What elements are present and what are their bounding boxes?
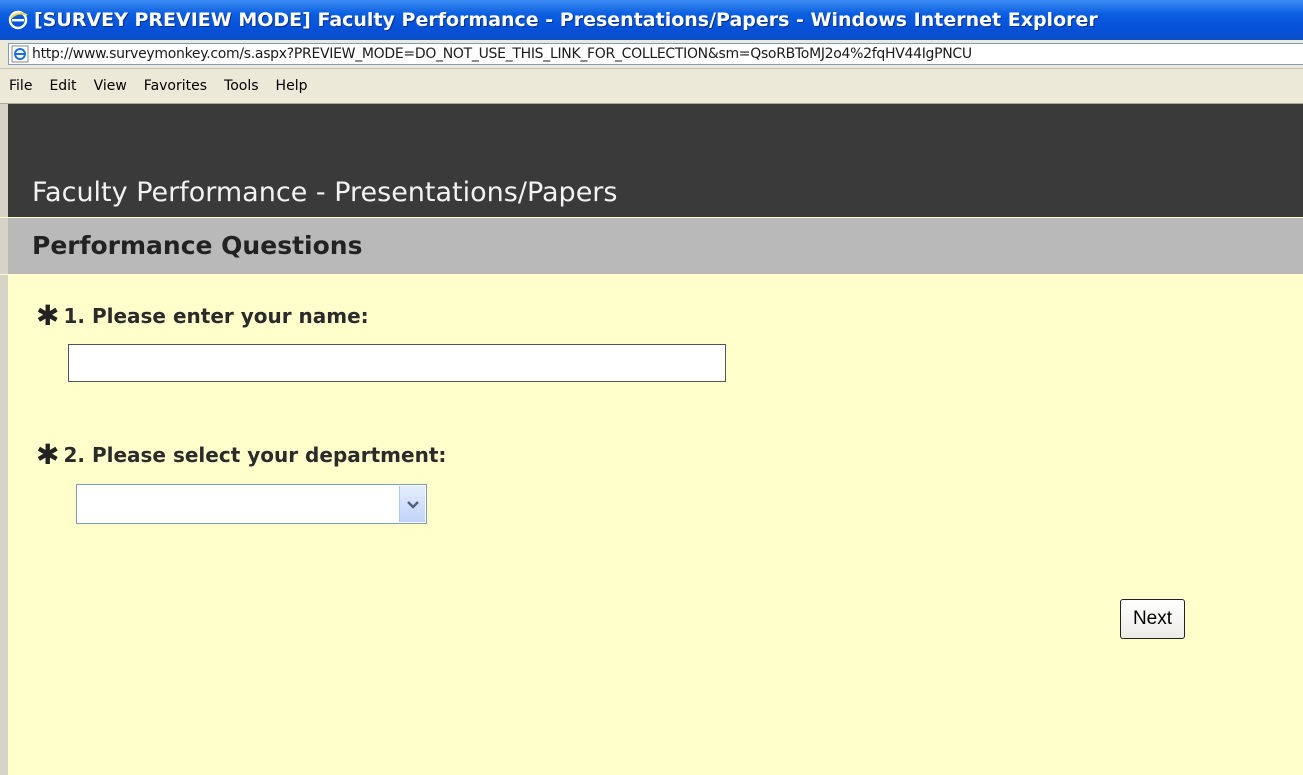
dropdown-arrow-button[interactable] xyxy=(399,486,425,522)
question-name: ✱ 1. Please enter your name: xyxy=(36,302,369,330)
window-title: [SURVEY PREVIEW MODE] Faculty Performanc… xyxy=(34,9,1098,31)
menu-edit[interactable]: Edit xyxy=(49,78,76,94)
menu-bar: File Edit View Favorites Tools Help xyxy=(0,69,1303,104)
ie-icon xyxy=(7,9,29,31)
page-title: Performance Questions xyxy=(32,231,363,260)
question-label: 1. Please enter your name: xyxy=(63,304,369,328)
address-bar: http://www.surveymonkey.com/s.aspx?PREVI… xyxy=(0,40,1303,69)
next-button[interactable]: Next xyxy=(1120,599,1185,639)
question-label: 2. Please select your department: xyxy=(63,443,447,467)
menu-file[interactable]: File xyxy=(9,78,32,94)
chevron-down-icon xyxy=(406,495,419,514)
required-asterisk: ✱ xyxy=(36,438,60,471)
menu-tools[interactable]: Tools xyxy=(224,78,259,94)
survey-content: ✱ 1. Please enter your name: ✱ 2. Please… xyxy=(0,275,1303,775)
name-input[interactable] xyxy=(68,344,726,382)
url-text: http://www.surveymonkey.com/s.aspx?PREVI… xyxy=(32,46,972,62)
menu-help[interactable]: Help xyxy=(276,78,308,94)
menu-favorites[interactable]: Favorites xyxy=(144,78,207,94)
page-icon xyxy=(11,45,29,63)
survey-title: Faculty Performance - Presentations/Pape… xyxy=(32,177,618,208)
window-titlebar: [SURVEY PREVIEW MODE] Faculty Performanc… xyxy=(0,0,1303,40)
question-department: ✱ 2. Please select your department: xyxy=(36,441,446,469)
page-header: Performance Questions xyxy=(0,218,1303,274)
survey-header: Faculty Performance - Presentations/Pape… xyxy=(0,104,1303,217)
department-select[interactable] xyxy=(76,484,427,524)
address-field[interactable]: http://www.surveymonkey.com/s.aspx?PREVI… xyxy=(8,43,1303,65)
menu-view[interactable]: View xyxy=(94,78,127,94)
required-asterisk: ✱ xyxy=(36,299,60,332)
